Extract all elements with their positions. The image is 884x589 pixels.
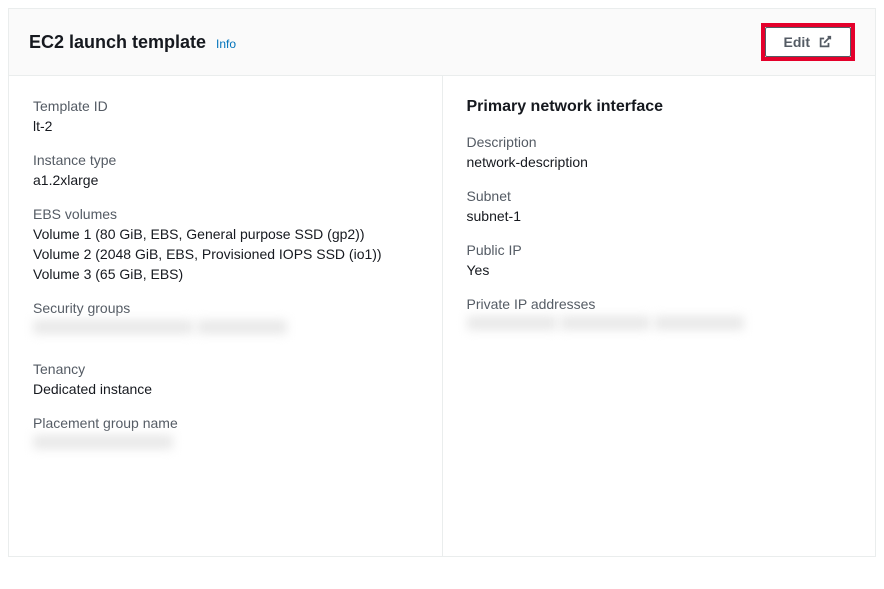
ebs-volumes-list: Volume 1 (80 GiB, EBS, General purpose S…	[33, 226, 418, 282]
description-field: Description network-description	[467, 134, 852, 170]
description-label: Description	[467, 134, 852, 150]
private-ips-field: Private IP addresses	[467, 296, 852, 339]
ebs-volume-item: Volume 1 (80 GiB, EBS, General purpose S…	[33, 226, 418, 242]
external-link-icon	[818, 35, 832, 49]
edit-button-label: Edit	[784, 34, 810, 50]
right-column: Primary network interface Description ne…	[443, 76, 876, 556]
security-groups-label: Security groups	[33, 300, 418, 316]
panel-header-left: EC2 launch template Info	[29, 32, 236, 53]
redacted-value	[560, 316, 650, 330]
edit-button-highlight: Edit	[761, 23, 855, 61]
template-id-label: Template ID	[33, 98, 418, 114]
instance-type-field: Instance type a1.2xlarge	[33, 152, 418, 188]
panel-header: EC2 launch template Info Edit	[9, 9, 875, 76]
left-column: Template ID lt-2 Instance type a1.2xlarg…	[9, 76, 443, 556]
info-link[interactable]: Info	[216, 37, 236, 51]
redacted-value	[467, 316, 557, 330]
placement-group-value	[33, 435, 418, 458]
redacted-value	[654, 316, 744, 330]
subnet-field: Subnet subnet-1	[467, 188, 852, 224]
private-ips-label: Private IP addresses	[467, 296, 852, 312]
redacted-value	[197, 320, 287, 334]
instance-type-value: a1.2xlarge	[33, 172, 418, 188]
template-id-field: Template ID lt-2	[33, 98, 418, 134]
private-ips-value	[467, 316, 852, 339]
tenancy-field: Tenancy Dedicated instance	[33, 361, 418, 397]
panel-title: EC2 launch template	[29, 32, 206, 53]
description-value: network-description	[467, 154, 852, 170]
network-interface-heading: Primary network interface	[467, 98, 852, 116]
ec2-launch-template-panel: EC2 launch template Info Edit Template I…	[8, 8, 876, 557]
ebs-volumes-field: EBS volumes Volume 1 (80 GiB, EBS, Gener…	[33, 206, 418, 282]
public-ip-field: Public IP Yes	[467, 242, 852, 278]
public-ip-value: Yes	[467, 262, 852, 278]
security-groups-field: Security groups	[33, 300, 418, 343]
ebs-volumes-label: EBS volumes	[33, 206, 418, 222]
placement-group-label: Placement group name	[33, 415, 418, 431]
subnet-label: Subnet	[467, 188, 852, 204]
security-groups-value	[33, 320, 418, 343]
public-ip-label: Public IP	[467, 242, 852, 258]
edit-button[interactable]: Edit	[765, 27, 851, 57]
template-id-value: lt-2	[33, 118, 418, 134]
placement-group-field: Placement group name	[33, 415, 418, 458]
subnet-value: subnet-1	[467, 208, 852, 224]
tenancy-value: Dedicated instance	[33, 381, 418, 397]
ebs-volume-item: Volume 3 (65 GiB, EBS)	[33, 266, 418, 282]
panel-body: Template ID lt-2 Instance type a1.2xlarg…	[9, 76, 875, 556]
tenancy-label: Tenancy	[33, 361, 418, 377]
redacted-value	[33, 435, 173, 449]
instance-type-label: Instance type	[33, 152, 418, 168]
redacted-value	[33, 320, 193, 334]
ebs-volume-item: Volume 2 (2048 GiB, EBS, Provisioned IOP…	[33, 246, 418, 262]
